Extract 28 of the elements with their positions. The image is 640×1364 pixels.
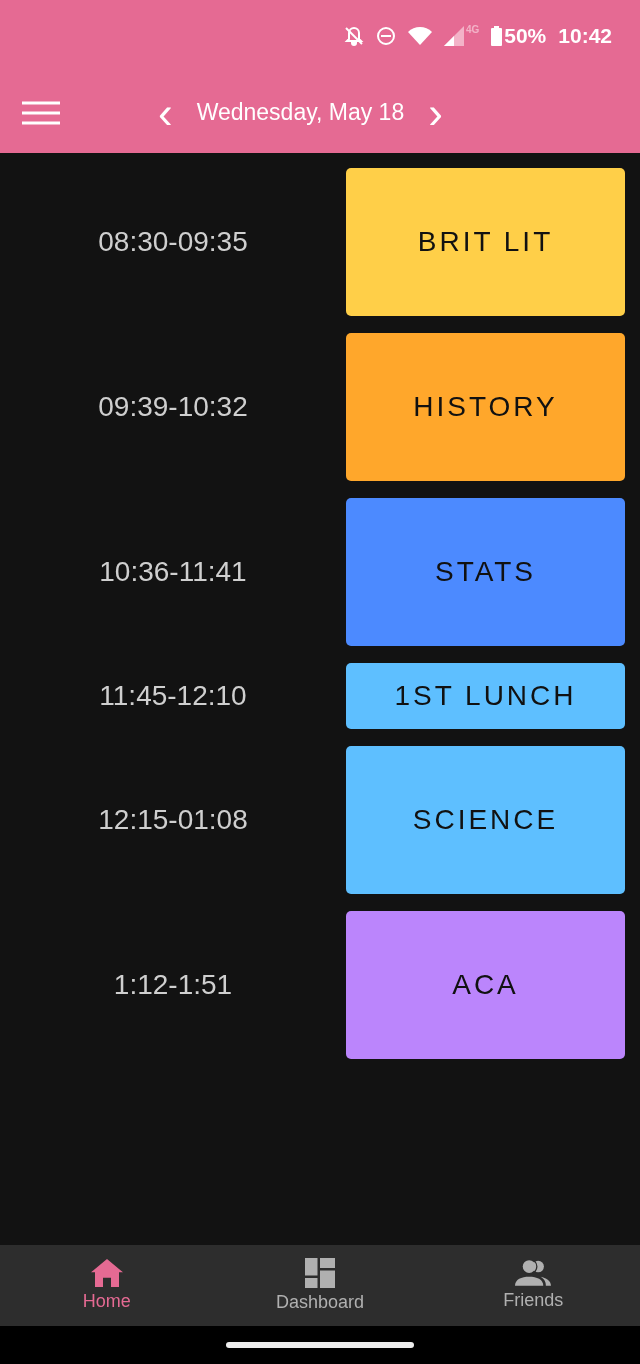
period-time: 09:39-10:32 [97,391,249,423]
do-not-disturb-icon [375,26,396,46]
period-time: 08:30-09:35 [97,226,249,258]
period-time: 11:45-12:10 [98,680,248,712]
class-block[interactable]: SCIENCE [346,746,625,894]
class-block[interactable]: STATS [346,498,625,646]
battery-icon [491,26,503,46]
dashboard-icon [305,1258,335,1288]
nav-tab[interactable]: Friends [426,1245,640,1326]
period-time: 10:36-11:41 [98,556,248,588]
nav-tab[interactable]: Dashboard [213,1245,427,1326]
menu-icon[interactable] [22,100,60,125]
class-block[interactable]: 1ST LUNCH [346,663,625,729]
bell-off-icon [343,26,364,46]
home-icon [90,1259,123,1287]
class-block[interactable]: HISTORY [346,333,625,481]
period-time: 1:12-1:51 [112,969,234,1001]
network-type: 4G [465,24,480,35]
class-block[interactable]: ACA [346,911,625,1059]
wifi-icon [407,27,432,45]
date-title: Wednesday, May 18 [196,99,405,126]
people-icon [515,1260,552,1286]
battery-percent: 50% [504,24,547,48]
period-time: 12:15-01:08 [97,804,249,836]
signal-icon [443,26,464,46]
clock-time: 10:42 [558,24,612,48]
nav-tab[interactable]: Home [0,1245,214,1326]
class-block[interactable]: BRIT LIT [346,168,625,316]
